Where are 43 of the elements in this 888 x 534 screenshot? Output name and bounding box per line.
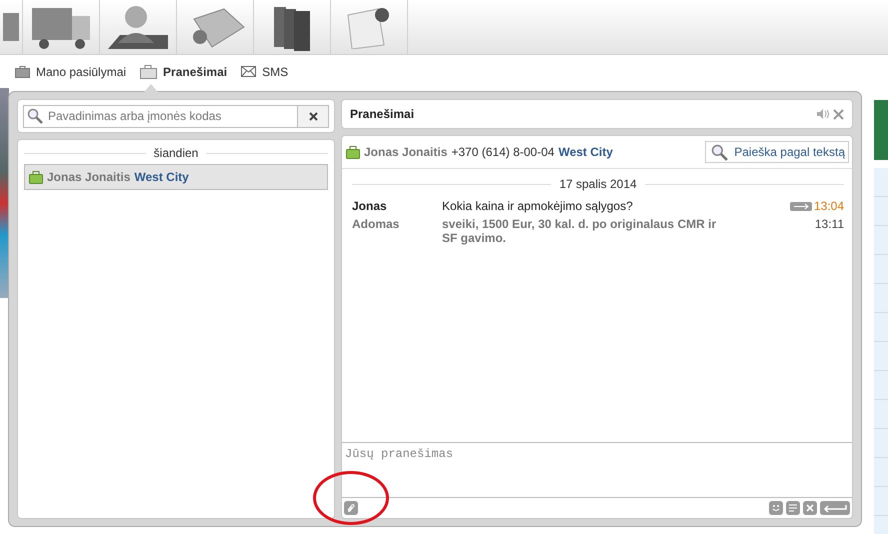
message-time: 13:11	[814, 217, 844, 231]
text-search-button[interactable]: Paieška pagal tekstą	[705, 141, 849, 163]
enter-icon	[822, 504, 848, 512]
close-icon[interactable]	[833, 108, 844, 120]
briefcase-icon	[15, 66, 30, 78]
send-button[interactable]	[820, 501, 850, 515]
contact-item[interactable]: Jonas Jonaitis West City	[24, 164, 328, 190]
message-text: sveiki, 1500 Eur, 30 kal. d. po originalaus CMR ir SF gavimo.	[442, 217, 718, 245]
template-button[interactable]	[786, 501, 800, 515]
smiley-icon	[771, 503, 781, 513]
phone-number: +370 (614) 8-00-04	[451, 145, 554, 159]
date-heading: 17 spalis 2014	[559, 177, 637, 191]
search-icon	[27, 108, 43, 124]
sender-name: Jonas	[352, 199, 388, 213]
paperclip-icon	[346, 503, 356, 513]
briefcase-icon	[140, 64, 158, 78]
nav-tab[interactable]: Pranešimai	[140, 64, 228, 78]
speaker-icon[interactable]	[817, 109, 829, 119]
date-heading: šiandien	[154, 146, 198, 160]
company-name: West City	[558, 145, 613, 159]
contact-name: Jonas Jonaitis	[364, 145, 448, 159]
lines-icon	[788, 503, 798, 513]
side-banner	[874, 100, 888, 160]
briefcase-icon	[29, 170, 43, 184]
message-text: Kokia kaina ir apmokėjimo sąlygos?	[442, 199, 634, 213]
envelope-icon	[241, 66, 256, 77]
search-icon	[711, 144, 728, 160]
sender-name: Adomas	[352, 217, 400, 231]
contact-name: Jonas Jonaitis	[47, 170, 130, 184]
nav-tab[interactable]: SMS	[241, 64, 288, 78]
panel-title: Pranešimai	[350, 107, 414, 121]
attach-button[interactable]	[344, 501, 358, 515]
person-drawing	[106, 3, 170, 51]
message-time: 13:04	[814, 199, 844, 213]
company-name: West City	[134, 170, 189, 184]
emoji-button[interactable]	[769, 501, 783, 515]
nav-tab[interactable]: Mano pasiūlymai	[15, 64, 126, 78]
clear-button[interactable]	[297, 104, 329, 128]
close-icon	[308, 112, 318, 120]
search-field[interactable]: Pavadinimas arba įmonės kodas	[23, 104, 297, 128]
translate-icon[interactable]	[790, 202, 812, 210]
close-icon	[806, 504, 814, 512]
briefcase-icon	[346, 146, 360, 158]
